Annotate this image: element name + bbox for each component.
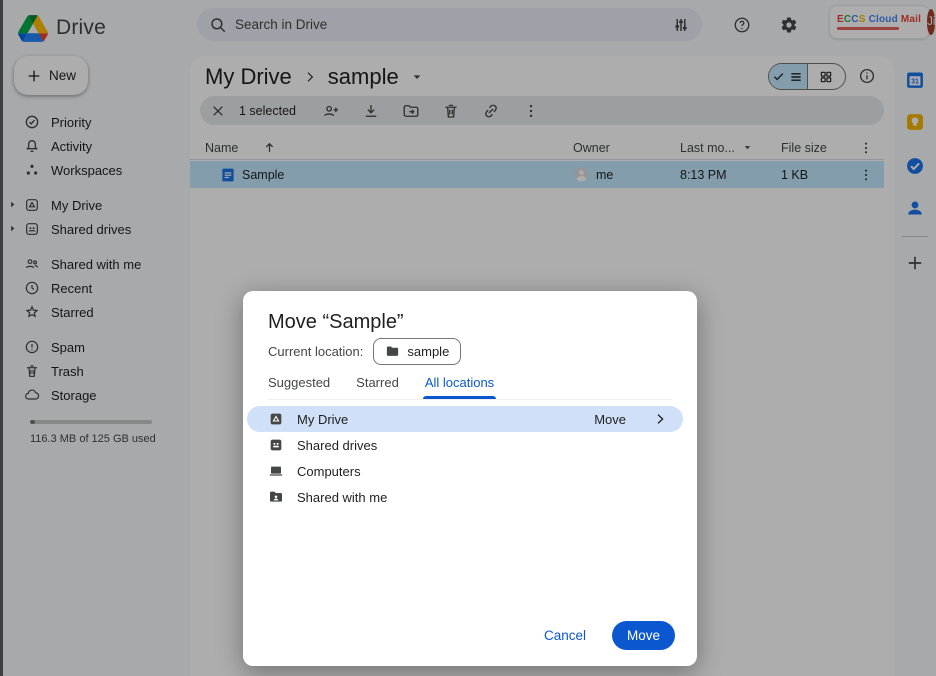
current-location-label: Current location: [268,344,363,359]
dialog-tabs: Suggested Starred All locations [268,375,672,400]
tab-starred[interactable]: Starred [356,375,399,390]
location-row-computers[interactable]: Computers [247,458,683,484]
current-location-row: Current location: sample [268,338,461,365]
location-row-shared-with-me[interactable]: Shared with me [247,484,683,510]
window-edge [0,0,3,676]
location-label: Shared drives [297,438,377,453]
shared-drives-filled-icon [268,437,284,453]
move-dialog: Move “Sample” Current location: sample S… [243,291,697,666]
cancel-button[interactable]: Cancel [544,628,586,643]
folder-icon [385,344,400,359]
computers-icon [268,463,284,479]
tab-all-locations[interactable]: All locations [425,375,494,390]
location-label: Shared with me [297,490,387,505]
location-label: My Drive [297,412,348,427]
current-location-name: sample [407,344,449,359]
tab-suggested[interactable]: Suggested [268,375,330,390]
shared-folder-icon [268,489,284,505]
dialog-title: Move “Sample” [268,311,404,334]
location-label: Computers [297,464,361,479]
my-drive-filled-icon [268,411,284,427]
row-move-action[interactable]: Move [594,412,626,427]
location-row-shared-drives[interactable]: Shared drives [247,432,683,458]
dialog-footer: Cancel Move [544,621,675,650]
move-button[interactable]: Move [612,621,675,650]
location-list: My Drive Move Shared drives Computers Sh… [247,406,683,510]
chevron-right-icon[interactable] [653,412,667,426]
location-row-my-drive[interactable]: My Drive Move [247,406,683,432]
current-location-chip[interactable]: sample [373,338,461,365]
